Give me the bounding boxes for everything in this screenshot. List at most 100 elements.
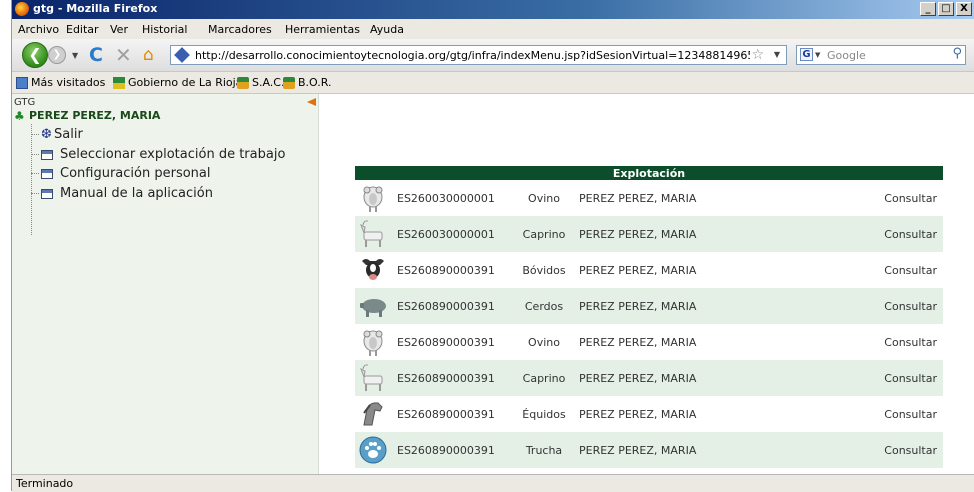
- menu-editar[interactable]: Editar: [66, 23, 99, 36]
- reload-icon[interactable]: C: [89, 44, 103, 66]
- sidebar-user: ♣ PEREZ PEREZ, MARIA: [14, 109, 160, 122]
- owner: PEREZ PEREZ, MARIA: [579, 191, 697, 205]
- animal-cell: [355, 396, 391, 432]
- bookmark-mas-visitados[interactable]: Más visitados: [16, 76, 105, 89]
- table-row: ES260890000391 Caprino PEREZ PEREZ, MARIA C…: [355, 360, 943, 396]
- table-row: ES260890000391 Équidos PEREZ PEREZ, MARIA C…: [355, 396, 943, 432]
- explotacion-code: ES260890000391: [391, 432, 515, 468]
- owner: PEREZ PEREZ, MARIA: [579, 335, 697, 349]
- menu-ayuda[interactable]: Ayuda: [370, 23, 404, 36]
- home-icon[interactable]: ⌂: [143, 45, 154, 65]
- goat-icon: [358, 219, 388, 249]
- menu-herramientas[interactable]: Herramientas: [285, 23, 360, 36]
- table-row: ES260890000391 Ovino PEREZ PEREZ, MARIA Con…: [355, 324, 943, 360]
- sidebar-item-label: Salir: [54, 127, 83, 142]
- consultar-link[interactable]: Consultar: [871, 216, 943, 252]
- horse-icon: [358, 399, 388, 429]
- consultar-link[interactable]: Consultar: [871, 360, 943, 396]
- animal-cell: [355, 288, 391, 324]
- pane-divider[interactable]: [318, 94, 319, 474]
- owner: PEREZ PEREZ, MARIA: [573, 216, 871, 252]
- species: Bóvidos: [522, 263, 566, 277]
- consultar-link[interactable]: Consultar: [871, 180, 943, 216]
- table-icon: [41, 188, 53, 199]
- clover-icon: ♣: [14, 108, 25, 123]
- owner: PEREZ PEREZ, MARIA: [573, 288, 871, 324]
- search-engine-icon[interactable]: G: [800, 48, 813, 61]
- consultar-link[interactable]: Consultar: [871, 288, 943, 324]
- table-icon: [41, 149, 53, 160]
- menu-bar: Archivo Editar Ver Historial Marcadores …: [12, 19, 974, 39]
- bookmark-gobierno-rioja[interactable]: Gobierno de La Rioja: [113, 76, 242, 89]
- url-text[interactable]: http://desarrollo.conocimientoytecnologi…: [195, 49, 750, 62]
- cow-icon: [358, 255, 388, 285]
- maximize-button[interactable]: □: [938, 2, 954, 16]
- owner: PEREZ PEREZ, MARIA: [573, 360, 871, 396]
- minimize-button[interactable]: _: [920, 2, 936, 16]
- back-button[interactable]: ❮: [22, 42, 48, 68]
- species: Ovino: [528, 191, 560, 205]
- menu-historial[interactable]: Historial: [142, 23, 187, 36]
- url-bar[interactable]: http://desarrollo.conocimientoytecnologi…: [170, 45, 787, 65]
- sheep-icon: [358, 327, 388, 357]
- search-input[interactable]: Google: [827, 49, 866, 62]
- forward-button[interactable]: ❯: [48, 46, 66, 64]
- owner: PEREZ PEREZ, MARIA: [579, 263, 697, 277]
- species: Trucha: [515, 432, 573, 468]
- bookmark-star-icon[interactable]: ☆: [751, 47, 764, 63]
- goat-icon: [358, 363, 388, 393]
- window-title: gtg - Mozilla Firefox: [33, 2, 158, 15]
- table-row: ES260030000001 Ovino PEREZ PEREZ, MARIA Con…: [355, 180, 943, 216]
- sidebar-item-salir[interactable]: ❆ Salir: [31, 127, 83, 142]
- species: Caprino: [515, 216, 573, 252]
- table-row: ES260890000391 Bóvidos PEREZ PEREZ, MARIA C…: [355, 252, 943, 288]
- status-text: Terminado: [16, 477, 74, 490]
- close-button[interactable]: X: [956, 2, 972, 16]
- animal-cell: [355, 252, 391, 288]
- title-bar: gtg - Mozilla Firefox _ □ X: [12, 0, 974, 19]
- menu-marcadores[interactable]: Marcadores: [208, 23, 272, 36]
- explotacion-code: ES260890000391: [397, 407, 495, 421]
- sidebar-item-seleccionar[interactable]: Seleccionar explotación de trabajo: [31, 147, 285, 162]
- search-engine-dropdown-icon[interactable]: ▼: [815, 51, 820, 59]
- owner: PEREZ PEREZ, MARIA: [573, 432, 871, 468]
- url-dropdown-icon[interactable]: ▼: [774, 50, 780, 59]
- sidebar-item-manual[interactable]: Manual de la aplicación: [31, 186, 213, 201]
- user-name: PEREZ PEREZ, MARIA: [29, 109, 161, 122]
- animal-cell: [355, 324, 391, 360]
- sheep-icon: [358, 183, 388, 213]
- collapse-sidebar-icon[interactable]: [307, 98, 316, 106]
- sidebar-item-label: Manual de la aplicación: [60, 186, 213, 201]
- explotacion-table: Explotación ES260030000001 Ovino PEREZ PER…: [355, 166, 943, 468]
- bookmark-label: Más visitados: [31, 76, 106, 89]
- consultar-link[interactable]: Consultar: [871, 252, 943, 288]
- species: Équidos: [522, 407, 566, 421]
- sidebar-item-configuracion[interactable]: Configuración personal: [31, 166, 210, 181]
- magnifier-icon[interactable]: ⚲: [952, 46, 962, 61]
- explotacion-code: ES260890000391: [391, 360, 515, 396]
- consultar-link[interactable]: Consultar: [871, 432, 943, 468]
- paw-icon: [358, 435, 388, 465]
- explotacion-code: ES260890000391: [397, 335, 495, 349]
- animal-cell: [355, 180, 391, 216]
- history-dropdown-icon[interactable]: ▼: [72, 51, 78, 60]
- status-bar: Terminado: [12, 474, 974, 492]
- explotacion-code: ES260890000391: [397, 263, 495, 277]
- animal-cell: [355, 216, 391, 252]
- consultar-link[interactable]: Consultar: [871, 396, 943, 432]
- menu-ver[interactable]: Ver: [110, 23, 128, 36]
- sidebar-root: GTG: [14, 97, 36, 108]
- owner: PEREZ PEREZ, MARIA: [579, 407, 697, 421]
- bor-icon: [283, 76, 295, 89]
- bookmark-sac[interactable]: S.A.C.: [237, 76, 284, 89]
- rioja-logo-icon: [113, 76, 125, 89]
- pig-icon: [358, 291, 388, 321]
- stop-icon[interactable]: ✕: [115, 43, 132, 67]
- site-icon: [174, 47, 190, 63]
- bookmark-bor[interactable]: B.O.R.: [283, 76, 332, 89]
- search-box[interactable]: G ▼ Google ⚲: [796, 45, 966, 65]
- animal-cell: [355, 432, 391, 468]
- menu-archivo[interactable]: Archivo: [18, 23, 59, 36]
- consultar-link[interactable]: Consultar: [871, 324, 943, 360]
- bookmark-label: B.O.R.: [298, 76, 332, 89]
